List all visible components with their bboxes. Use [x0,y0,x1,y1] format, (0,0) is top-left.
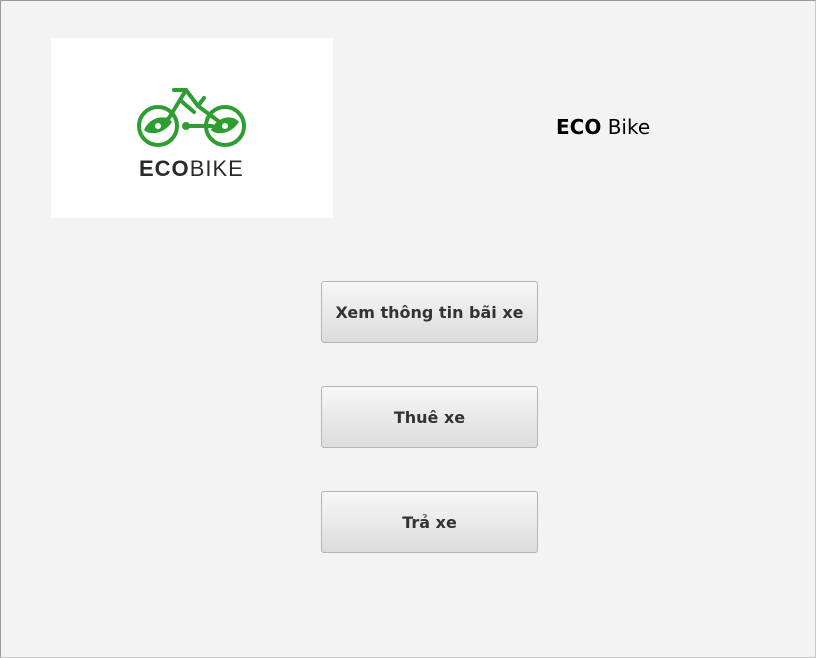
app-title-brand: ECO [556,115,602,139]
app-title: ECO Bike [556,115,650,139]
ecobike-logo: ECOBIKE [51,38,333,218]
return-bike-button[interactable]: Trả xe [321,491,538,553]
rent-bike-button[interactable]: Thuê xe [321,386,538,448]
view-parking-info-button[interactable]: Xem thông tin bãi xe [321,281,538,343]
logo-wordmark-bike: BIKE [189,156,244,181]
logo-wordmark: ECOBIKE [139,156,244,182]
app-title-rest: Bike [601,115,651,139]
bicycle-leaf-icon [137,88,246,147]
main-window: ECOBIKE ECO Bike Xem thông tin bãi xe Th… [0,0,816,658]
logo-wordmark-eco: ECO [139,156,190,181]
